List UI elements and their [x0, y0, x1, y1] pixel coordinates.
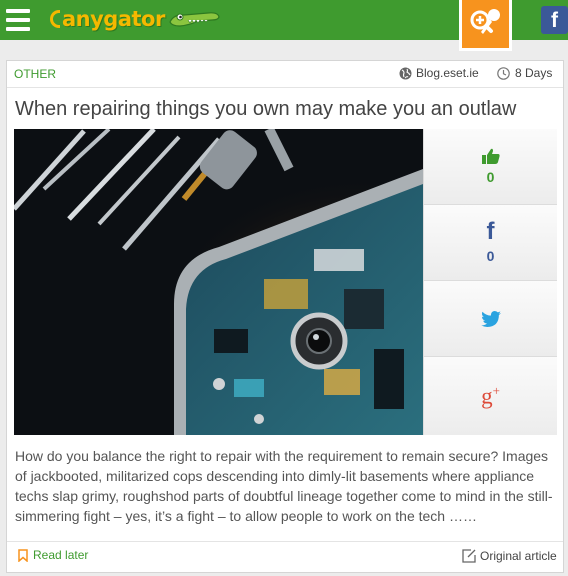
alligator-icon — [169, 12, 220, 27]
top-bar: anygator f — [0, 0, 568, 51]
google-plus-share-button[interactable]: g+ — [423, 357, 557, 435]
age-text: 8 Days — [515, 66, 553, 80]
twitter-bird-icon — [480, 310, 501, 327]
globe-icon — [399, 67, 412, 79]
original-article-label: Original article — [480, 549, 557, 563]
facebook-share-button[interactable]: f 0 — [423, 205, 557, 281]
facebook-icon[interactable]: f — [541, 6, 568, 34]
share-panel: 0 f 0 g+ — [423, 129, 557, 435]
thumbs-up-icon — [481, 148, 500, 164]
google-plus-icon: g+ — [481, 382, 500, 409]
article-age: 8 Days — [497, 66, 552, 80]
circuit-board-photo — [14, 129, 423, 435]
search-tools-button[interactable] — [459, 0, 512, 51]
source-text: Blog.eset.ie — [416, 66, 479, 80]
source-link[interactable]: Blog.eset.ie — [399, 66, 479, 80]
like-count: 0 — [486, 169, 495, 185]
logo-swirl-icon — [50, 10, 60, 28]
original-article-link[interactable]: Original article — [462, 549, 557, 563]
article-image[interactable] — [14, 129, 423, 435]
article-title[interactable]: When repairing things you own may make y… — [15, 98, 516, 121]
category-label[interactable]: OTHER — [14, 67, 56, 81]
search-microphone-icon — [470, 9, 500, 34]
read-later-label: Read later — [33, 548, 89, 562]
card-footer: Read later Original article — [7, 541, 563, 573]
facebook-f-icon: f — [486, 218, 495, 245]
bookmark-icon — [18, 548, 28, 562]
article-excerpt: How do you balance the right to repair w… — [15, 448, 553, 524]
read-later-button[interactable]: Read later — [18, 548, 88, 562]
anygator-logo[interactable]: anygator — [50, 4, 220, 34]
logo-text: anygator — [62, 7, 165, 31]
clock-icon — [497, 66, 510, 80]
like-button[interactable]: 0 — [423, 129, 557, 205]
article-meta-bar: OTHER Blog.eset.ie 8 Days — [7, 61, 563, 88]
article-card: OTHER Blog.eset.ie 8 Days When repairing… — [6, 60, 564, 573]
facebook-share-count: 0 — [486, 248, 495, 264]
edit-external-icon — [462, 549, 476, 563]
hamburger-menu-icon[interactable] — [6, 9, 30, 31]
twitter-share-button[interactable] — [423, 281, 557, 357]
